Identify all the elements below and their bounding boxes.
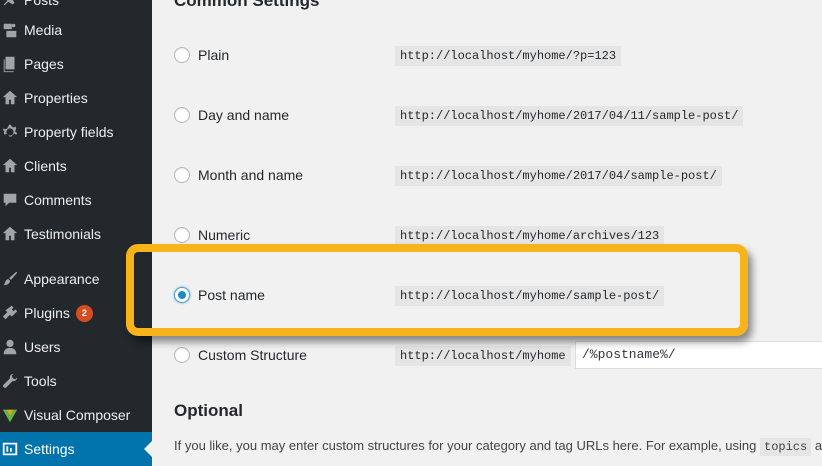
sidebar-item-clients[interactable]: Clients [0,149,152,183]
paintbrush-icon [0,270,24,288]
permalink-option-month-and-name[interactable]: Month and name [174,163,303,187]
sidebar-item-settings[interactable]: Settings [0,432,152,466]
permalink-option-plain[interactable]: Plain [174,43,229,67]
month-and-name-radio[interactable] [174,167,190,183]
sidebar-item-label: Comments [24,192,92,208]
option-label: Numeric [198,227,251,243]
user-icon [0,338,24,356]
example-url: http://localhost/myhome/sample-post/ [395,286,665,306]
section-heading-common-settings: Common Settings [174,0,320,10]
home-icon [0,225,24,243]
admin-sidebar: Posts Media Pages Properties Property fi… [0,0,152,466]
sidebar-item-label: Pages [24,56,64,72]
example-url: http://localhost/myhome/?p=123 [395,46,622,66]
sidebar-item-tools[interactable]: Tools [0,364,152,398]
permalink-option-numeric[interactable]: Numeric [174,223,250,247]
sidebar-item-testimonials[interactable]: Testimonials [0,217,152,251]
sidebar-item-label: Property fields [24,124,114,140]
sidebar-item-pages[interactable]: Pages [0,47,152,81]
sidebar-item-label: Properties [24,90,88,106]
sidebar-item-plugins[interactable]: Plugins 2 [0,296,152,330]
plain-radio[interactable] [174,47,190,63]
home-icon [0,89,24,107]
sidebar-item-label: Tools [24,373,57,389]
sidebar-item-appearance[interactable]: Appearance [0,262,152,296]
permalink-option-custom-structure[interactable]: Custom Structure [174,343,307,367]
radio-checked-dot [178,291,186,299]
option-label: Custom Structure [198,347,307,363]
plugin-icon [0,304,24,322]
sidebar-item-comments[interactable]: Comments [0,183,152,217]
example-url: http://localhost/myhome/archives/123 [395,226,665,246]
sidebar-item-label: Posts [24,0,60,8]
example-url: http://localhost/myhome/2017/04/11/sampl… [395,106,744,126]
optional-description: If you like, you may enter custom struct… [174,438,822,456]
sidebar-item-property-fields[interactable]: Property fields [0,115,152,149]
option-label: Post name [198,287,265,303]
sidebar-item-label: Users [24,339,61,355]
sidebar-item-label: Appearance [24,271,100,287]
option-label: Plain [198,47,230,63]
day-and-name-radio[interactable] [174,107,190,123]
permalink-option-post-name[interactable]: Post name [174,283,265,307]
custom-structure-base-url: http://localhost/myhome [395,346,571,366]
section-heading-optional: Optional [174,401,243,420]
active-indicator [144,441,152,457]
sidebar-item-label: Visual Composer [24,407,131,423]
settings-icon [0,440,24,458]
sidebar-item-media[interactable]: Media [0,13,152,47]
permalink-option-day-and-name[interactable]: Day and name [174,103,289,127]
pages-icon [0,55,24,73]
custom-structure-input[interactable]: /%postname%/ [575,341,822,369]
wrench-icon [0,372,24,390]
comment-icon [0,191,24,209]
sidebar-item-label: Clients [24,158,67,174]
update-count-badge: 2 [75,304,93,322]
sidebar-item-properties[interactable]: Properties [0,81,152,115]
media-icon [0,21,24,39]
optional-description-tail: as [814,438,822,453]
sidebar-item-label: Media [24,22,63,38]
sidebar-item-label: Settings [24,441,75,457]
pushpin-icon [0,0,24,9]
gear-icon [0,123,24,141]
custom-structure-radio[interactable] [174,347,190,363]
option-label: Month and name [198,167,304,183]
sidebar-item-label: Plugins [24,305,70,321]
sidebar-item-label: Testimonials [24,226,102,242]
option-label: Day and name [198,107,290,123]
sidebar-item-users[interactable]: Users [0,330,152,364]
visual-composer-icon [0,406,24,424]
example-url: http://localhost/myhome/2017/04/sample-p… [395,166,722,186]
inline-code-topics: topics [760,438,812,456]
sidebar-item-visual-composer[interactable]: Visual Composer [0,398,152,432]
home-icon [0,157,24,175]
numeric-radio[interactable] [174,227,190,243]
post-name-radio[interactable] [174,287,190,303]
optional-description-text: If you like, you may enter custom struct… [174,438,757,453]
